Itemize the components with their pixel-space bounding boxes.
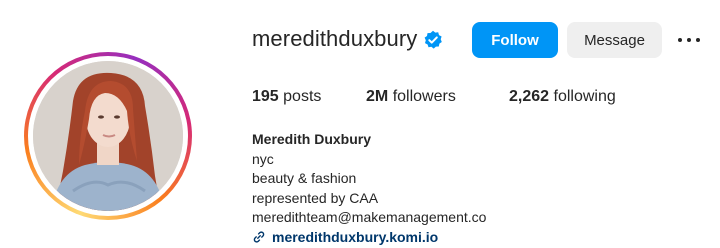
following-stat[interactable]: 2,262 following: [509, 88, 616, 106]
more-options-icon[interactable]: [678, 30, 700, 50]
bio-link[interactable]: meredithduxbury.komi.io: [252, 228, 486, 248]
following-label: following: [553, 88, 616, 105]
posts-label: posts: [283, 88, 322, 105]
more-dot: [687, 38, 691, 42]
profile-username: meredithduxbury: [252, 26, 418, 51]
more-dot: [678, 38, 682, 42]
avatar[interactable]: [33, 61, 183, 211]
follow-button[interactable]: Follow: [472, 22, 558, 58]
bio-link-text: meredithduxbury.komi.io: [272, 228, 439, 245]
bio-email: meredithteam@makemanagement.co: [252, 209, 487, 225]
followers-count: 2M: [366, 88, 389, 105]
profile-bio: Meredith Duxbury nyc beauty & fashion re…: [252, 130, 486, 247]
bio-line: represented by CAA: [252, 189, 379, 206]
bio-line: beauty & fashion: [252, 170, 357, 186]
message-button[interactable]: Message: [567, 22, 662, 58]
posts-count: 195: [252, 88, 279, 105]
avatar-photo: [33, 61, 183, 211]
followers-stat[interactable]: 2M followers: [366, 88, 456, 106]
posts-stat: 195 posts: [252, 88, 321, 106]
link-icon: [253, 231, 265, 243]
followers-label: followers: [392, 88, 456, 105]
more-dot: [696, 38, 700, 42]
following-count: 2,262: [509, 88, 550, 105]
avatar-gap: [28, 56, 188, 216]
verified-badge-icon: [424, 30, 442, 49]
bio-line: nyc: [252, 150, 274, 167]
profile-avatar-ring[interactable]: [24, 52, 192, 220]
profile-full-name: Meredith Duxbury: [252, 131, 372, 147]
